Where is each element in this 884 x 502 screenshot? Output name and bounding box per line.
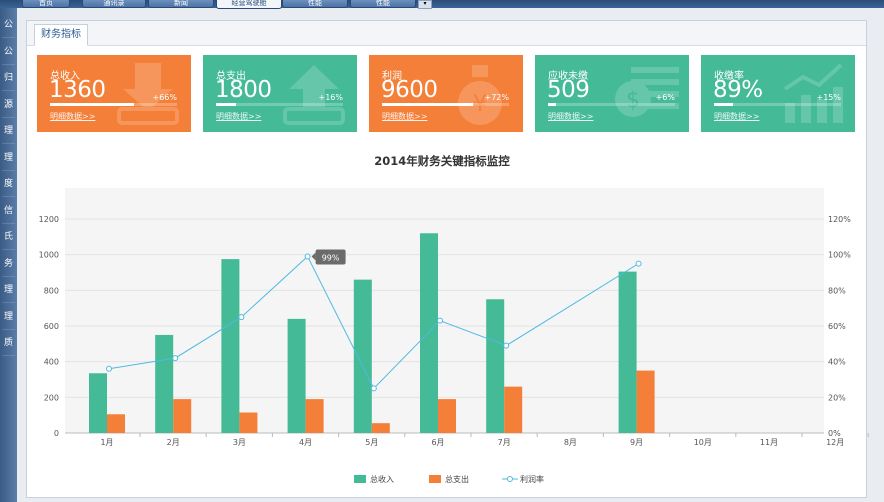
y-right-tick-label: 120% xyxy=(828,215,851,224)
y-right-tick-label: 60% xyxy=(828,322,846,331)
legend-swatch xyxy=(354,475,366,483)
x-tick-label: 10月 xyxy=(694,438,712,447)
finance-chart: 0 0% 200 20% 400 40% 600 60% 800 80% 1000 100% 1200 1… xyxy=(39,188,869,484)
bar-total-expense xyxy=(504,386,523,433)
bar-total-income xyxy=(221,259,240,433)
y-right-tick-label: 40% xyxy=(828,358,846,367)
y-right-tick-label: 100% xyxy=(828,251,851,260)
bar-total-expense xyxy=(371,423,390,433)
profit-rate-point xyxy=(370,385,377,392)
x-tick-label: 11月 xyxy=(760,438,778,447)
legend-label: 利润率 xyxy=(520,474,544,484)
x-tick-label: 1月 xyxy=(100,438,113,447)
x-tick-label: 7月 xyxy=(498,438,511,447)
x-tick-label: 8月 xyxy=(564,438,577,447)
legend-point-swatch xyxy=(507,476,513,482)
bar-total-expense xyxy=(239,412,258,433)
x-tick-label: 6月 xyxy=(431,438,444,447)
profit-rate-point xyxy=(437,317,443,324)
y-left-tick-label: 800 xyxy=(44,286,59,295)
x-tick-label: 3月 xyxy=(233,438,246,447)
y-left-tick-label: 600 xyxy=(44,322,59,331)
legend-label: 总收入 xyxy=(370,474,394,484)
y-right-tick-label: 20% xyxy=(828,393,846,402)
bar-total-income xyxy=(155,334,174,433)
plot-area xyxy=(65,188,824,433)
x-tick-label: 4月 xyxy=(299,438,312,447)
y-left-tick-label: 400 xyxy=(44,358,59,367)
bar-total-income xyxy=(618,271,637,433)
bar-total-income xyxy=(287,318,306,433)
x-tick-label: 12月 xyxy=(826,438,844,447)
profit-rate-point xyxy=(238,314,245,321)
profit-rate-point xyxy=(304,253,311,260)
profit-rate-point xyxy=(106,365,112,372)
x-tick-label: 2月 xyxy=(167,438,180,447)
legend-label: 总支出 xyxy=(445,474,469,484)
bar-total-income xyxy=(420,233,438,433)
bar-total-expense xyxy=(305,399,324,433)
x-tick-label: 9月 xyxy=(630,438,643,447)
y-left-tick-label: 0 xyxy=(54,429,59,438)
tooltip-text: 99% xyxy=(322,253,340,262)
bar-total-income xyxy=(486,299,505,433)
bar-total-income xyxy=(89,373,107,433)
y-left-tick-label: 1200 xyxy=(39,215,59,224)
y-left-tick-label: 200 xyxy=(44,393,59,402)
bar-total-expense xyxy=(636,370,655,433)
bar-total-income xyxy=(353,279,372,433)
y-left-tick-label: 1000 xyxy=(39,251,59,260)
profit-rate-point xyxy=(172,355,179,362)
bar-total-expense xyxy=(173,399,192,433)
profit-rate-point xyxy=(503,342,510,349)
x-tick-label: 5月 xyxy=(365,438,378,447)
bar-total-expense xyxy=(107,414,125,433)
y-right-tick-label: 0% xyxy=(828,429,841,438)
bar-total-expense xyxy=(438,399,456,433)
profit-rate-point xyxy=(635,260,642,267)
y-right-tick-label: 80% xyxy=(828,286,846,295)
legend-swatch xyxy=(429,475,441,483)
